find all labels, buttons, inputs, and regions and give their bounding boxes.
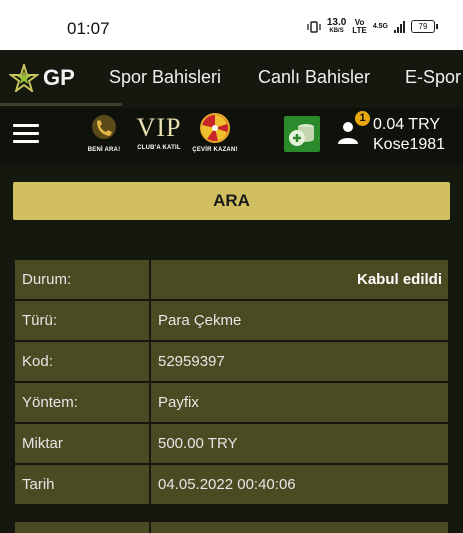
table-row-date: Tarih 04.05.2022 00:40:06: [15, 465, 448, 504]
code-value: 52959397: [151, 342, 448, 381]
status-icons: 13.0 KB/S Vo LTE 4.5G 79: [307, 17, 438, 35]
site-logo[interactable]: GP: [9, 64, 75, 92]
vip-logo: VIP: [136, 113, 182, 142]
status-label: Durum:: [15, 260, 149, 299]
promo-call-me[interactable]: BENİ ARA!: [84, 112, 124, 153]
balance-amount: 0.04 TRY: [373, 116, 441, 133]
table-row-code: Kod: 52959397: [15, 342, 448, 381]
promo-vip-club[interactable]: VIP CLUB'A KATIL: [133, 112, 185, 151]
table-row-status: Durum: Kabul edildi: [15, 260, 448, 299]
method-label: Yöntem:: [15, 383, 149, 422]
account-bar: BENİ ARA! VIP CLUB'A KATIL ÇEVİR KAZAN! …: [0, 108, 463, 165]
amount-label: Miktar: [15, 424, 149, 463]
next-record-value-cell: [151, 522, 448, 533]
table-row-method: Yöntem: Payfix: [15, 383, 448, 422]
table-row-amount: Miktar 500.00 TRY: [15, 424, 448, 463]
status-time: 01:07: [67, 19, 110, 38]
nav-link-canli-bahisler[interactable]: Canlı Bahisler: [258, 67, 370, 88]
account-info[interactable]: 0.04 TRY Kose1981: [373, 115, 445, 155]
nav-link-spor-bahisleri[interactable]: Spor Bahisleri: [109, 67, 221, 88]
data-type-indicator: 4.5G: [372, 22, 388, 30]
top-nav: GP Spor Bahisleri Canlı Bahisler E-Spor: [0, 50, 463, 106]
volte-indicator: Vo LTE: [352, 17, 367, 35]
next-record-row: [15, 522, 448, 533]
type-label: Türü:: [15, 301, 149, 340]
search-button[interactable]: ARA: [13, 182, 450, 220]
promo-spin-win[interactable]: ÇEVİR KAZAN!: [188, 112, 242, 153]
method-value: Payfix: [151, 383, 448, 422]
nav-link-e-spor[interactable]: E-Spor: [405, 67, 461, 88]
type-value: Para Çekme: [151, 301, 448, 340]
date-value: 04.05.2022 00:40:06: [151, 465, 448, 504]
status-value: Kabul edildi: [151, 260, 448, 299]
deposit-button[interactable]: [284, 116, 320, 152]
hamburger-menu-icon[interactable]: [13, 124, 39, 144]
username: Kose1981: [373, 136, 446, 153]
wheel-icon: [200, 113, 230, 143]
next-record-label-cell: [15, 522, 149, 533]
active-nav-indicator: [0, 103, 122, 106]
vibrate-icon: [307, 20, 321, 33]
coins-icon: [289, 124, 314, 146]
table-row-type: Türü: Para Çekme: [15, 301, 448, 340]
network-speed: 13.0 KB/S: [326, 17, 347, 35]
code-label: Kod:: [15, 342, 149, 381]
date-label: Tarih: [15, 465, 149, 504]
transaction-details-table: Durum: Kabul edildi Türü: Para Çekme Kod…: [15, 260, 448, 506]
signal-icon: [394, 20, 405, 33]
battery-icon: 79: [411, 20, 438, 33]
amount-value: 500.00 TRY: [151, 424, 448, 463]
star-logo-icon: [9, 64, 39, 92]
logo-text: GP: [43, 65, 75, 90]
phone-icon: [92, 115, 116, 139]
notification-badge[interactable]: 1: [355, 111, 370, 126]
status-bar: 01:07 13.0 KB/S Vo LTE 4.5G 79: [0, 0, 463, 50]
